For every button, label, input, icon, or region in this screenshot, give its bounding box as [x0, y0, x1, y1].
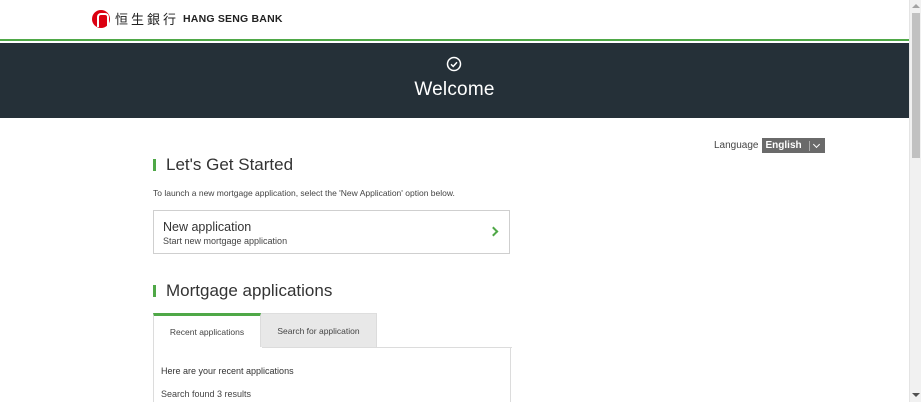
result-count: Search found 3 results — [161, 389, 252, 399]
chevron-down-icon — [812, 140, 820, 148]
language-label: Language — [714, 140, 759, 151]
recent-applications-panel: Here are your recent applications Search… — [153, 347, 512, 402]
new-application-button[interactable]: New application Start new mortgage appli… — [153, 210, 510, 254]
panel-divider — [262, 347, 512, 348]
language-selected-value: English — [765, 140, 802, 151]
top-header: 恒生銀行 HANG SENG BANK — [0, 0, 909, 41]
language-divider — [808, 140, 810, 151]
scrollbar-thumb[interactable] — [912, 13, 920, 158]
tab-search-for-application[interactable]: Search for application — [261, 313, 377, 348]
hang-seng-logo-icon — [92, 9, 110, 28]
section-accent-bar — [153, 285, 156, 297]
vertical-scrollbar[interactable] — [909, 0, 921, 402]
check-circle-icon — [446, 56, 462, 72]
language-dropdown[interactable]: English — [761, 138, 825, 153]
get-started-description: To launch a new mortgage application, se… — [153, 188, 455, 198]
new-application-subtitle: Start new mortgage application — [163, 236, 288, 246]
tab-recent-applications[interactable]: Recent applications — [153, 313, 261, 348]
get-started-title: Let's Get Started — [166, 155, 294, 174]
application-tabs: Recent applications Search for applicati… — [153, 313, 377, 348]
logo-chinese-text: 恒生銀行 — [115, 13, 180, 28]
language-selector: Language English — [714, 138, 825, 153]
hang-seng-logo[interactable]: 恒生銀行 HANG SENG BANK — [92, 9, 283, 28]
chevron-right-icon — [488, 226, 499, 237]
recent-applications-heading: Here are your recent applications — [161, 366, 294, 376]
welcome-title: Welcome — [414, 79, 495, 100]
welcome-banner: Welcome — [0, 43, 909, 118]
page: 恒生銀行 HANG SENG BANK Welcome Language Eng… — [0, 0, 921, 402]
section-get-started: Let's Get Started — [153, 155, 293, 175]
section-mortgage-applications: Mortgage applications — [153, 281, 332, 301]
mortgage-applications-title: Mortgage applications — [166, 281, 333, 300]
new-application-title: New application — [163, 220, 252, 234]
scroll-down-arrow-icon[interactable] — [912, 393, 920, 397]
section-accent-bar — [153, 159, 156, 171]
logo-english-text: HANG SENG BANK — [183, 12, 283, 25]
scroll-up-arrow-icon[interactable] — [912, 4, 920, 8]
